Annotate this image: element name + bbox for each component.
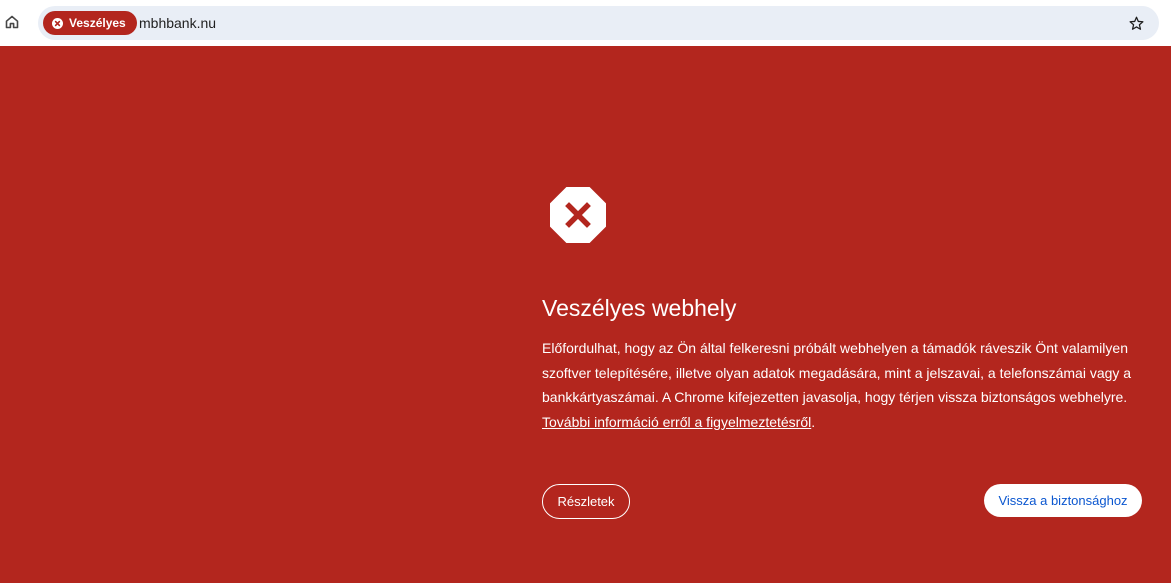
error-circle-icon: [52, 17, 63, 29]
security-status-chip[interactable]: Veszélyes: [43, 11, 137, 35]
home-button[interactable]: [2, 12, 22, 32]
trailing-period: .: [811, 413, 816, 430]
safe-browsing-interstitial: Veszélyes webhely Előfordulhat, hogy az …: [0, 46, 1171, 583]
back-to-safety-button[interactable]: Vissza a biztonsághoz: [984, 484, 1142, 517]
learn-more-link[interactable]: További információ erről a figyelmezteté…: [542, 414, 811, 430]
home-icon: [5, 15, 19, 29]
address-bar[interactable]: Veszélyes mbhbank.nu: [38, 6, 1159, 40]
danger-octagon-icon: [550, 187, 606, 243]
bookmark-button[interactable]: [1127, 14, 1145, 32]
url-text[interactable]: mbhbank.nu: [139, 15, 216, 31]
details-button[interactable]: Részletek: [542, 484, 630, 519]
warning-description: Előfordulhat, hogy az Ön által felkeresn…: [542, 336, 1152, 434]
security-chip-label: Veszélyes: [69, 16, 126, 30]
browser-toolbar: Veszélyes mbhbank.nu: [0, 0, 1171, 46]
star-icon: [1128, 16, 1144, 30]
page-title: Veszélyes webhely: [542, 295, 737, 321]
warning-body-text: Előfordulhat, hogy az Ön által felkeresn…: [542, 340, 1132, 405]
